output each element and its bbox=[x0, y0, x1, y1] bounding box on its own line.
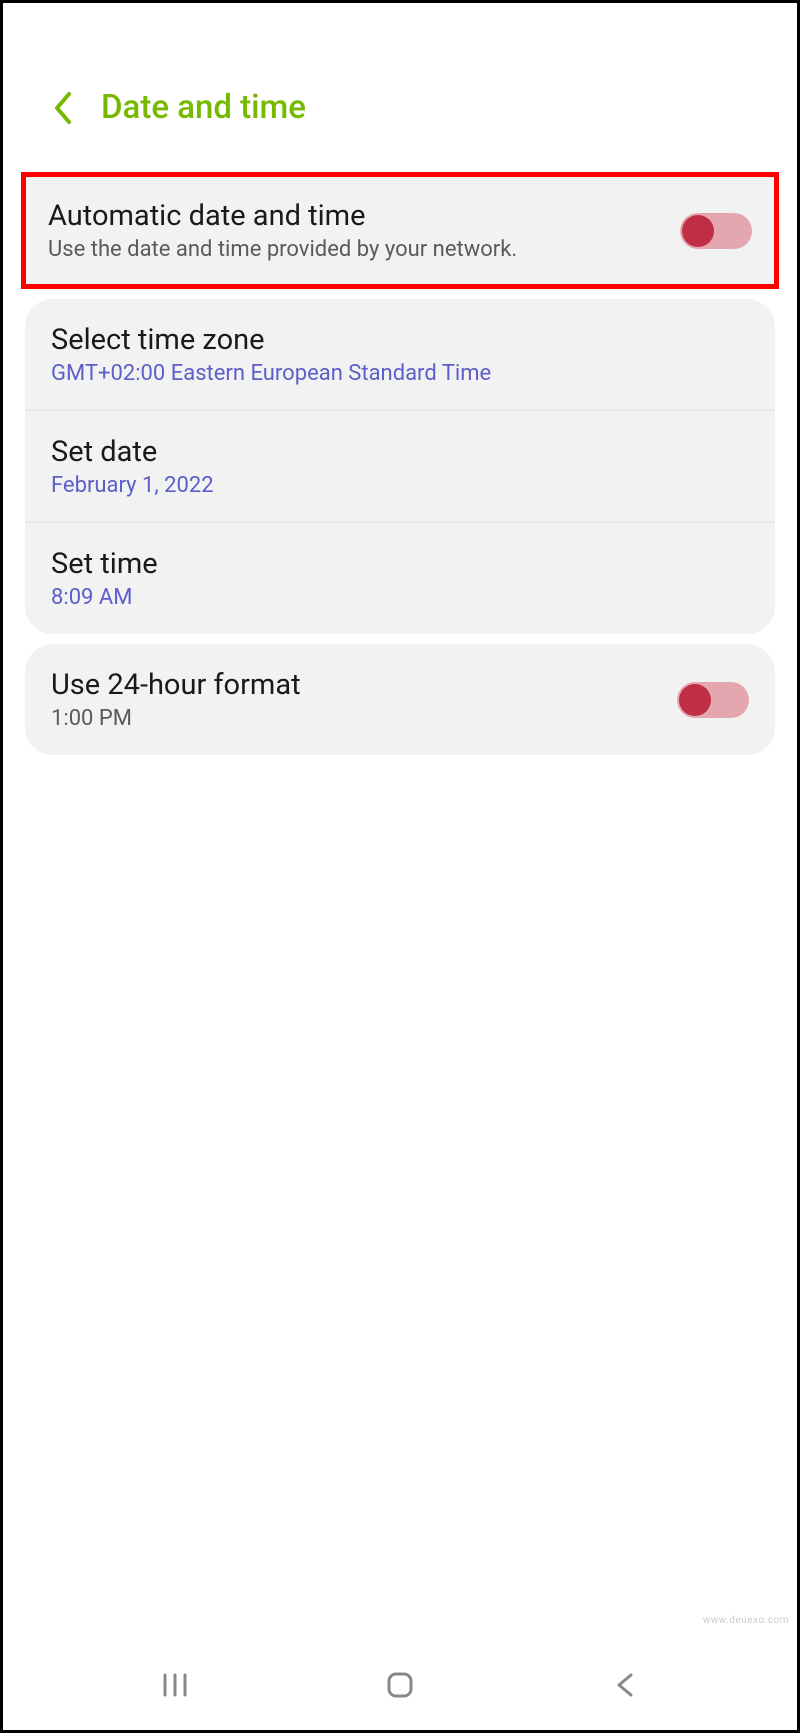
timezone-value: GMT+02:00 Eastern European Standard Time bbox=[51, 361, 749, 386]
setdate-row[interactable]: Set date February 1, 2022 bbox=[25, 411, 775, 523]
format24-row[interactable]: Use 24-hour format 1:00 PM bbox=[25, 644, 775, 755]
settime-value: 8:09 AM bbox=[51, 585, 749, 610]
settime-title: Set time bbox=[51, 547, 749, 581]
auto-date-time-title: Automatic date and time bbox=[48, 199, 660, 233]
home-icon[interactable] bbox=[380, 1665, 420, 1705]
format24-title: Use 24-hour format bbox=[51, 668, 657, 702]
header: Date and time bbox=[3, 3, 797, 162]
timezone-row[interactable]: Select time zone GMT+02:00 Eastern Europ… bbox=[25, 299, 775, 411]
auto-date-time-subtitle: Use the date and time provided by your n… bbox=[48, 237, 660, 262]
page-title: Date and time bbox=[101, 88, 306, 127]
back-icon[interactable] bbox=[51, 90, 73, 126]
format24-subtitle: 1:00 PM bbox=[51, 706, 657, 731]
auto-date-time-row[interactable]: Automatic date and time Use the date and… bbox=[26, 177, 774, 284]
setdate-value: February 1, 2022 bbox=[51, 473, 749, 498]
watermark: www.deuexo.com bbox=[703, 1615, 789, 1626]
settings-card-1: Select time zone GMT+02:00 Eastern Europ… bbox=[25, 299, 775, 634]
recent-apps-icon[interactable] bbox=[155, 1665, 195, 1705]
auto-date-time-toggle[interactable] bbox=[680, 213, 752, 249]
settime-row[interactable]: Set time 8:09 AM bbox=[25, 523, 775, 634]
settings-card-2: Use 24-hour format 1:00 PM bbox=[25, 644, 775, 755]
format24-toggle[interactable] bbox=[677, 682, 749, 718]
highlighted-section: Automatic date and time Use the date and… bbox=[21, 172, 779, 289]
timezone-title: Select time zone bbox=[51, 323, 749, 357]
nav-bar bbox=[3, 1640, 797, 1730]
nav-back-icon[interactable] bbox=[605, 1665, 645, 1705]
setdate-title: Set date bbox=[51, 435, 749, 469]
